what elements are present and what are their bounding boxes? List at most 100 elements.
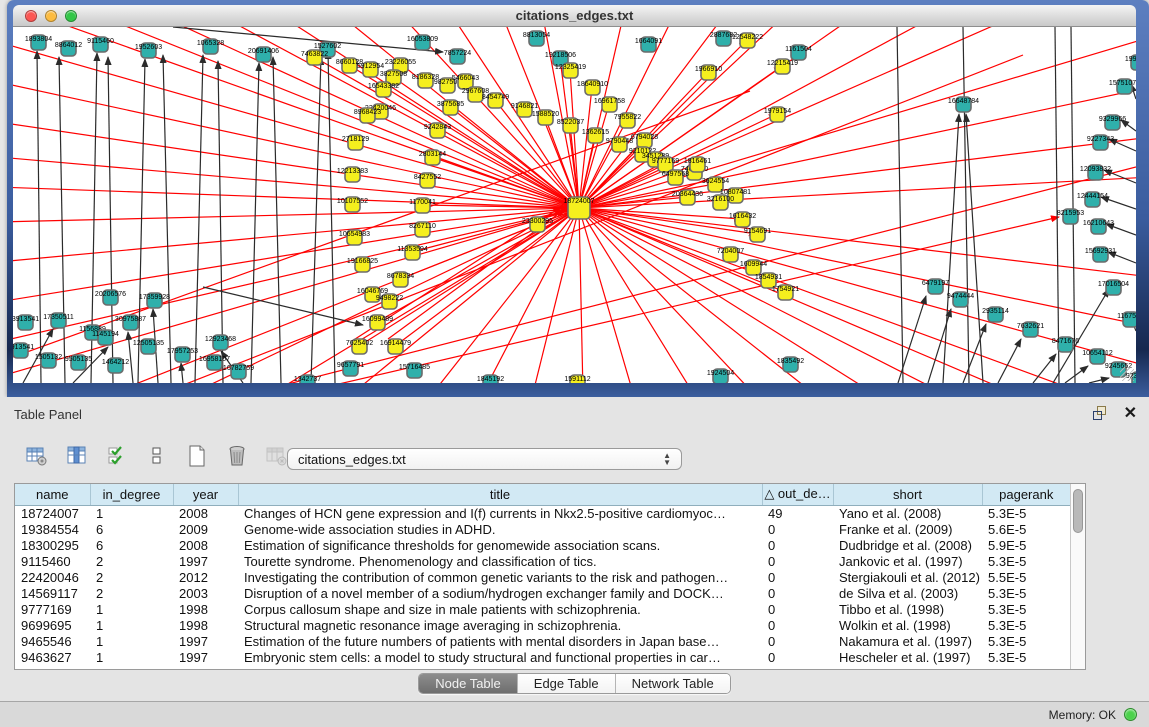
table-cell[interactable]: 0 [762, 617, 833, 633]
minimize-window-icon[interactable] [45, 10, 57, 22]
network-node[interactable]: 17359928 [139, 293, 170, 308]
table-cell[interactable]: de Silva et al. (2003) [833, 585, 982, 601]
network-node[interactable]: 12215419 [767, 59, 798, 74]
network-node[interactable]: 15751074 [1109, 79, 1136, 94]
attribute-table[interactable]: namein_degreeyeartitle△ out_de…shortpage… [14, 483, 1086, 670]
network-edge[interactable] [432, 157, 579, 208]
network-edge[interactable] [928, 309, 951, 383]
network-node[interactable]: 1952603 [135, 43, 162, 58]
column-header-title[interactable]: title [238, 484, 762, 505]
network-node[interactable]: 8522037 [557, 118, 584, 133]
table-row[interactable]: 1830029562008Estimation of significance … [15, 537, 1070, 553]
table-row[interactable]: 2242004622012Investigating the contribut… [15, 569, 1070, 585]
table-cell[interactable]: Corpus callosum shape and size in male p… [238, 601, 762, 617]
table-cell[interactable]: Changes of HCN gene expression and I(f) … [238, 505, 762, 521]
show-column-icon[interactable] [64, 443, 90, 469]
network-node[interactable]: 16914479 [380, 339, 411, 354]
network-edge[interactable] [163, 55, 171, 383]
network-node[interactable]: 6479197 [922, 279, 949, 294]
memory-status-icon[interactable] [1124, 708, 1137, 721]
table-cell[interactable]: 5.5E-5 [982, 569, 1070, 585]
table-cell[interactable]: 0 [762, 553, 833, 569]
network-node[interactable]: 30975887 [115, 315, 146, 330]
network-node[interactable]: 1616432 [729, 212, 756, 227]
network-edge[interactable] [13, 122, 579, 208]
network-node[interactable]: 3216100 [707, 195, 734, 210]
column-header-name[interactable]: name [15, 484, 90, 505]
column-header-short[interactable]: short [833, 484, 982, 505]
table-cell[interactable]: 2 [90, 569, 173, 585]
network-edge[interactable] [273, 57, 281, 383]
network-node[interactable]: 8427552 [414, 173, 441, 188]
table-cell[interactable]: Wolkin et al. (1998) [833, 617, 982, 633]
table-cell[interactable]: Hescheler et al. (1997) [833, 649, 982, 665]
table-row[interactable]: 911546021997Tourette syndrome. Phenomeno… [15, 553, 1070, 569]
network-edge[interactable] [533, 208, 579, 383]
network-node[interactable]: 1754921 [772, 285, 799, 300]
table-cell[interactable]: 9699695 [15, 617, 90, 633]
network-node[interactable]: 7955822 [614, 113, 641, 128]
network-node[interactable]: 2803144 [419, 150, 446, 165]
network-node[interactable]: 1913541 [13, 343, 34, 358]
table-cell[interactable]: 5.9E-5 [982, 537, 1070, 553]
network-node[interactable]: 11353594 [397, 245, 428, 260]
select-rows-icon[interactable] [104, 443, 130, 469]
table-cell[interactable]: 2008 [173, 505, 238, 521]
table-cell[interactable]: 19384554 [15, 521, 90, 537]
network-window-titlebar[interactable]: citations_edges.txt [13, 5, 1136, 27]
network-node[interactable]: 8813054 [523, 31, 550, 46]
column-header-year[interactable]: year [173, 484, 238, 505]
network-view-window[interactable]: citations_edges.txt 18938048864012911546… [7, 0, 1149, 397]
network-node[interactable]: 15692931 [1085, 247, 1116, 262]
network-node[interactable]: 1588520 [532, 110, 559, 125]
table-cell[interactable]: 2003 [173, 585, 238, 601]
network-edge[interactable] [579, 208, 583, 383]
network-node[interactable]: 12093832 [1080, 165, 1111, 180]
table-row[interactable]: 969969511998Structural magnetic resonanc… [15, 617, 1070, 633]
table-cell[interactable]: Dudbridge et al. (2008) [833, 537, 982, 553]
network-node[interactable]: 19166825 [347, 257, 378, 272]
network-edge[interactable] [579, 208, 873, 383]
network-node[interactable]: 1845192 [477, 375, 504, 383]
network-edge[interactable] [328, 51, 335, 383]
network-edge[interactable] [1053, 289, 1109, 383]
network-node[interactable]: 1065328 [197, 39, 224, 54]
table-cell[interactable]: 5.3E-5 [982, 649, 1070, 665]
network-node[interactable]: 15716485 [399, 363, 430, 378]
table-cell[interactable]: 2 [90, 585, 173, 601]
network-edge[interactable] [579, 208, 1083, 383]
network-node[interactable]: 10107552 [337, 197, 368, 212]
table-cell[interactable]: Investigating the contribution of common… [238, 569, 762, 585]
table-cell[interactable]: 0 [762, 601, 833, 617]
network-node[interactable]: 1979154 [764, 107, 791, 122]
table-cell[interactable]: 0 [762, 649, 833, 665]
table-cell[interactable]: 0 [762, 585, 833, 601]
network-node[interactable]: 1170041 [409, 198, 436, 213]
network-edge[interactable] [579, 87, 1136, 208]
network-edge[interactable] [1055, 27, 1059, 383]
table-cell[interactable]: 1 [90, 601, 173, 617]
network-node[interactable]: 7632621 [1017, 322, 1044, 337]
network-node[interactable]: 9242843 [424, 123, 451, 138]
scrollbar-thumb[interactable] [1073, 489, 1083, 533]
table-select-dropdown[interactable]: citations_edges.txt ▲▼ [287, 448, 682, 470]
network-node[interactable]: 8968423 [354, 108, 381, 123]
network-node[interactable]: 12548222 [732, 33, 763, 48]
network-node[interactable]: 12213383 [337, 167, 368, 182]
network-node[interactable]: 9498222 [376, 294, 403, 309]
table-cell[interactable]: 2012 [173, 569, 238, 585]
network-edge[interactable] [943, 114, 959, 383]
tab-node-table[interactable]: Node Table [419, 674, 518, 693]
table-cell[interactable]: 2 [90, 553, 173, 569]
network-node[interactable]: 9657791 [337, 361, 364, 376]
close-panel-icon[interactable]: ✕ [1124, 403, 1137, 423]
table-cell[interactable]: Estimation of significance thresholds fo… [238, 537, 762, 553]
network-node[interactable]: 8215953 [1057, 209, 1084, 224]
table-cell[interactable]: 1997 [173, 649, 238, 665]
network-node[interactable]: 16543382 [368, 82, 399, 97]
column-header-in_degree[interactable]: in_degree [90, 484, 173, 505]
network-node[interactable]: 20691406 [248, 47, 279, 62]
table-cell[interactable]: Embryonic stem cells: a model to study s… [238, 649, 762, 665]
table-cell[interactable]: 1998 [173, 617, 238, 633]
network-edge[interactable] [897, 27, 903, 383]
